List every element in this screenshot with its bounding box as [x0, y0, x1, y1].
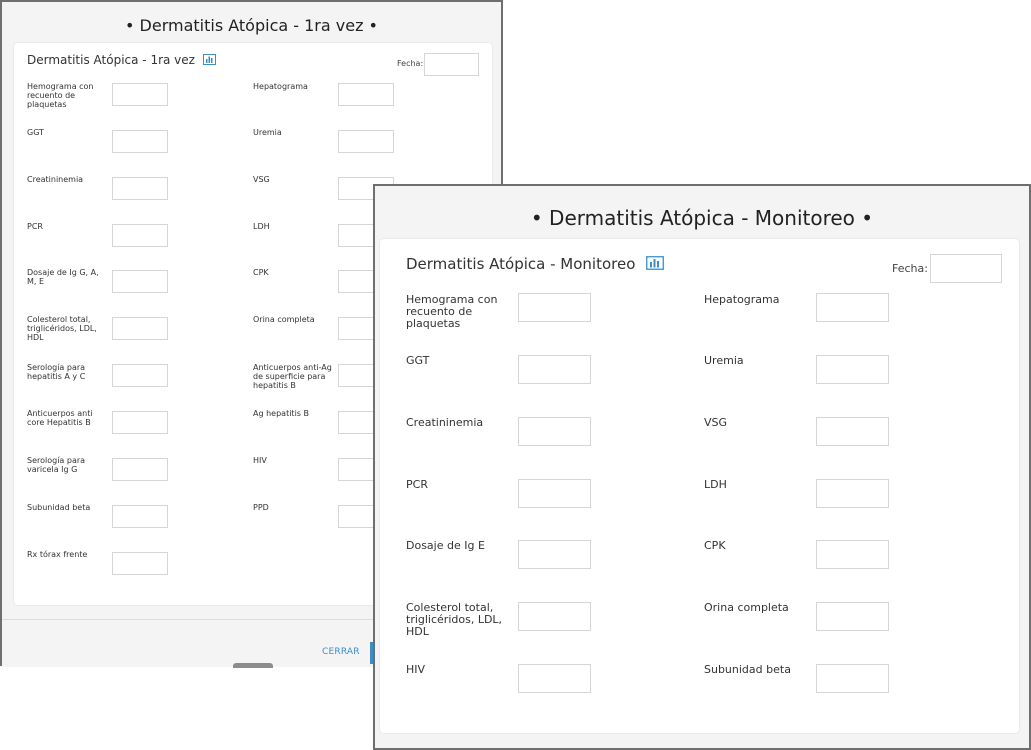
field-input[interactable]	[816, 540, 889, 569]
field-input[interactable]	[816, 417, 889, 446]
fecha-input[interactable]	[424, 53, 479, 76]
field-label: Anticuerpos anti core Hepatitis B	[27, 409, 93, 427]
field-input[interactable]	[518, 602, 591, 631]
field-input[interactable]	[518, 417, 591, 446]
card-title: Dermatitis Atópica - 1ra vez	[27, 53, 216, 68]
field-label: Uremia	[704, 354, 744, 367]
field-label: VSG	[253, 175, 270, 184]
field-label: Dosaje de Ig E	[406, 539, 485, 552]
modal-title: • Dermatitis Atópica - Monitoreo •	[530, 206, 874, 230]
modal-dermatitis-monitoreo: • Dermatitis Atópica - Monitoreo • Derma…	[373, 184, 1031, 750]
fecha-label: Fecha:	[397, 59, 424, 68]
field-input[interactable]	[518, 293, 591, 322]
field-label: Orina completa	[704, 601, 789, 614]
field-input[interactable]	[112, 317, 168, 340]
modal-title: • Dermatitis Atópica - 1ra vez •	[125, 16, 378, 35]
field-label: PCR	[406, 478, 428, 491]
field-label: Creatininemia	[406, 416, 484, 429]
field-label: PCR	[27, 222, 43, 231]
card-title-text: Dermatitis Atópica - Monitoreo	[406, 255, 636, 273]
field-input[interactable]	[112, 411, 168, 434]
field-label: Serología para hepatitis A y C	[27, 363, 86, 381]
field-input[interactable]	[338, 130, 394, 153]
field-input[interactable]	[112, 458, 168, 481]
field-input[interactable]	[112, 130, 168, 153]
field-input[interactable]	[816, 479, 889, 508]
resize-handle[interactable]	[233, 663, 273, 668]
field-label: GGT	[27, 128, 44, 137]
field-label: Hemograma con recuento de plaquetas	[27, 82, 94, 109]
field-label: Subunidad beta	[27, 503, 91, 512]
field-label: Hepatograma	[253, 82, 308, 91]
field-label: HIV	[253, 456, 267, 465]
field-input[interactable]	[816, 664, 889, 693]
field-input[interactable]	[112, 364, 168, 387]
field-label: Anticuerpos anti-Ag de superficie para h…	[253, 363, 332, 390]
field-label: Creatininemia	[27, 175, 84, 184]
bar-chart-icon[interactable]	[646, 255, 665, 274]
field-label: GGT	[406, 354, 430, 367]
field-input[interactable]	[518, 479, 591, 508]
field-input[interactable]	[112, 505, 168, 528]
field-label: CPK	[704, 539, 726, 552]
field-input[interactable]	[112, 224, 168, 247]
field-label: Serología para varicela Ig G	[27, 456, 86, 474]
field-input[interactable]	[816, 293, 889, 322]
fecha-label: Fecha:	[892, 262, 928, 275]
field-label: VSG	[704, 416, 728, 429]
field-label: LDH	[253, 222, 270, 231]
field-label: Uremia	[253, 128, 282, 137]
field-label: CPK	[253, 268, 269, 277]
field-input[interactable]	[816, 602, 889, 631]
field-input[interactable]	[112, 177, 168, 200]
form-card: Dermatitis Atópica - Monitoreo Fecha: He…	[380, 239, 1019, 733]
bar-chart-icon[interactable]	[202, 53, 216, 68]
field-input[interactable]	[518, 664, 591, 693]
card-title-text: Dermatitis Atópica - 1ra vez	[27, 53, 195, 67]
field-input[interactable]	[112, 552, 168, 575]
field-input[interactable]	[338, 83, 394, 106]
field-label: Colesterol total, triglicéridos, LDL, HD…	[406, 601, 503, 639]
field-label: HIV	[406, 663, 426, 676]
field-input[interactable]	[816, 355, 889, 384]
field-label: Dosaje de Ig G, A, M, E	[27, 268, 99, 286]
field-label: Orina completa	[253, 315, 315, 324]
field-label: Hepatograma	[704, 293, 780, 306]
field-input[interactable]	[518, 355, 591, 384]
field-label: Ag hepatitis B	[253, 409, 309, 418]
fecha-input[interactable]	[930, 254, 1002, 283]
field-label: PPD	[253, 503, 269, 512]
field-label: Rx tórax frente	[27, 550, 88, 559]
close-button[interactable]: CERRAR	[322, 647, 360, 657]
card-title: Dermatitis Atópica - Monitoreo	[406, 255, 665, 274]
field-input[interactable]	[112, 270, 168, 293]
field-label: LDH	[704, 478, 727, 491]
field-input[interactable]	[112, 83, 168, 106]
field-label: Colesterol total, triglicéridos, LDL, HD…	[27, 315, 97, 342]
field-label: Subunidad beta	[704, 663, 791, 676]
field-input[interactable]	[518, 540, 591, 569]
field-label: Hemograma con recuento de plaquetas	[406, 293, 498, 331]
